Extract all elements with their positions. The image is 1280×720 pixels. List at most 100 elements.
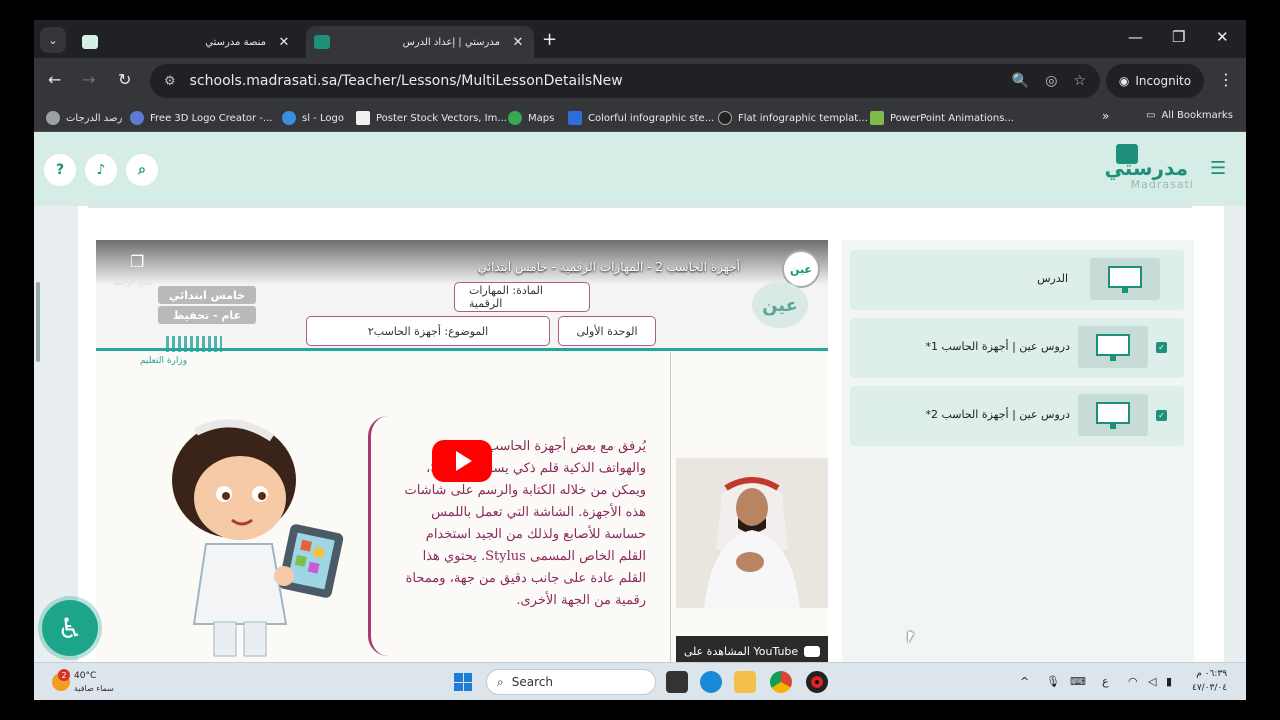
task-view-icon[interactable] <box>666 671 688 693</box>
weather-widget[interactable]: 2 40°C سماء صافية <box>52 669 114 697</box>
accessibility-icon: ♿ <box>57 611 83 645</box>
lesson-label: دروس عين | أجهزة الحاسب 2* <box>925 408 1070 421</box>
tab-lesson-setup[interactable]: مدرستي | إعداد الدرس ✕ <box>306 26 534 58</box>
lesson-label: دروس عين | أجهزة الحاسب 1* <box>925 340 1070 353</box>
madrasati-favicon <box>314 35 330 49</box>
monitor-icon <box>1096 334 1130 361</box>
volume-icon[interactable]: ◁ <box>1148 675 1156 688</box>
edge-icon[interactable] <box>700 671 722 693</box>
bookmark-item[interactable]: PowerPoint Animations... <box>870 110 1014 126</box>
topic-box: الموضوع: أجهزة الحاسب٢ <box>306 316 550 346</box>
help-button[interactable]: ? <box>44 154 76 186</box>
search-icon: ⌕ <box>497 674 504 689</box>
tab-madrasati-platform[interactable]: منصة مدرستي ✕ <box>74 26 300 58</box>
bookmark-star-icon[interactable]: ☆ <box>1073 73 1086 89</box>
search-button[interactable]: ⌕ <box>126 154 158 186</box>
site-header: ? ♪ ⌕ مدرستي Madrasati ☰ <box>34 132 1246 206</box>
lesson-details: أجهزة الحاسب 2 - المهارات الرقمية - خامس… <box>78 206 1224 662</box>
lesson-thumbnail <box>1078 326 1148 368</box>
lesson-checkbox[interactable]: ✓ <box>1156 410 1167 421</box>
download-icon <box>718 111 732 125</box>
back-icon[interactable]: ← <box>48 70 61 89</box>
lesson-checkbox[interactable]: ✓ <box>1156 342 1167 353</box>
copy-link-label[interactable]: نسخ الرابط <box>114 278 152 287</box>
bookmark-item[interactable]: رصد الدرجات <box>46 110 122 126</box>
browser-menu-icon[interactable]: ⋮ <box>1218 70 1234 89</box>
chrome-icon[interactable] <box>770 671 792 693</box>
help-icon: ? <box>55 162 65 178</box>
subject-box: المادة: المهارات الرقمية <box>454 282 590 312</box>
forward-icon[interactable]: → <box>82 70 95 89</box>
zoom-icon[interactable]: 🔍 <box>1012 73 1029 89</box>
maps-icon <box>508 111 522 125</box>
taskbar-search[interactable]: ⌕ Search <box>486 669 656 695</box>
notifications-button[interactable]: ♪ <box>85 154 117 186</box>
browser-toolbar: ← → ↻ ⚙ schools.madrasati.sa/Teacher/Les… <box>34 58 1246 104</box>
lesson-item[interactable]: ✓ دروس عين | أجهزة الحاسب 2* <box>850 386 1184 446</box>
clock-time: ٠٦:٣٩ م <box>1196 669 1228 679</box>
menu-icon[interactable]: ☰ <box>1210 158 1226 179</box>
keyboard-icon[interactable]: ⌨ <box>1070 675 1086 688</box>
close-icon[interactable]: ✕ <box>510 35 526 50</box>
video-title[interactable]: أجهزة الحاسب 2 - المهارات الرقمية - خامس… <box>478 260 740 274</box>
watch-on-youtube-button[interactable]: المشاهدة على YouTube <box>676 636 828 662</box>
tray-overflow-icon[interactable]: ^ <box>1020 675 1029 688</box>
window-close-icon[interactable]: ✕ <box>1216 28 1229 46</box>
taskbar: 2 40°C سماء صافية ⌕ Search ^ 🎙 ⌨ ع ◠ ◁ ▮ … <box>34 662 1246 700</box>
tracking-protection-icon[interactable]: ◎ <box>1045 73 1057 89</box>
minimize-icon[interactable]: — <box>1128 28 1143 46</box>
ayn-logo: عين <box>752 282 808 328</box>
lesson-video-player[interactable]: أجهزة الحاسب 2 - المهارات الرقمية - خامس… <box>96 240 828 662</box>
language-indicator[interactable]: ع <box>1102 675 1109 688</box>
logo-text-en: Madrasati <box>1130 178 1194 191</box>
logo-text-ar: مدرستي <box>1104 156 1188 180</box>
tab-search-dropdown[interactable]: ⌄ <box>40 27 66 53</box>
bookmark-item[interactable]: Free 3D Logo Creator -... <box>130 110 272 126</box>
lesson-item[interactable]: الدرس <box>850 250 1184 310</box>
youtube-play-button[interactable] <box>432 440 492 482</box>
bookmark-item[interactable]: sl - Logo <box>282 110 344 126</box>
tab-title: منصة مدرستي <box>205 36 266 48</box>
bookmark-item[interactable]: Flat infographic templat... <box>718 110 868 126</box>
clock-date: ٤٧/٠٣/٠٤ <box>1192 683 1228 693</box>
lesson-item[interactable]: ✓ دروس عين | أجهزة الحاسب 1* <box>850 318 1184 378</box>
site-info-icon[interactable]: ⚙ <box>164 74 176 89</box>
start-button[interactable] <box>454 673 472 691</box>
sign-language-interpreter <box>676 458 828 608</box>
bookmark-item[interactable]: Poster Stock Vectors, Im... <box>356 110 507 126</box>
bookmark-item[interactable]: Maps <box>508 110 554 126</box>
page-scrollbar[interactable] <box>36 282 40 362</box>
animation-icon <box>870 111 884 125</box>
weather-condition: سماء صافية <box>74 684 114 693</box>
lesson-label: الدرس <box>1037 272 1068 285</box>
new-tab-icon[interactable]: + <box>542 29 557 50</box>
weather-temp: 40°C <box>74 671 97 681</box>
wifi-icon[interactable]: ◠ <box>1128 675 1138 688</box>
url-text[interactable]: schools.madrasati.sa/Teacher/Lessons/Mul… <box>190 73 996 89</box>
more-bookmarks-icon[interactable]: » <box>1102 109 1109 123</box>
system-clock[interactable]: ٠٦:٣٩ م ٤٧/٠٣/٠٤ <box>1192 667 1227 695</box>
madrasati-favicon <box>82 35 98 49</box>
bookmarks-bar: رصد الدرجات Free 3D Logo Creator -... sl… <box>34 104 1246 132</box>
reload-icon[interactable]: ↻ <box>118 70 131 89</box>
bookmark-item[interactable]: Colorful infographic ste... <box>568 110 714 126</box>
incognito-button[interactable]: ◉ Incognito <box>1106 64 1204 98</box>
copy-link-icon[interactable]: ❐ <box>130 252 144 271</box>
madrasati-logo[interactable]: مدرستي Madrasati <box>1104 144 1202 194</box>
screen: ⌄ منصة مدرستي ✕ مدرستي | إعداد الدرس ✕ +… <box>34 20 1246 700</box>
recorder-icon[interactable] <box>806 671 828 693</box>
lesson-thumbnail <box>1090 258 1160 300</box>
accessibility-button[interactable]: ♿ <box>42 600 98 656</box>
file-explorer-icon[interactable] <box>734 671 756 693</box>
incognito-icon: ◉ <box>1118 74 1130 88</box>
girl-with-tablet-illustration <box>172 419 344 657</box>
all-bookmarks-button[interactable]: ▭ All Bookmarks <box>1146 110 1233 121</box>
restore-icon[interactable]: ❐ <box>1172 28 1185 46</box>
grade-label: خامس ابتدائي <box>158 286 256 304</box>
play-icon <box>456 451 472 471</box>
address-bar[interactable]: ⚙ schools.madrasati.sa/Teacher/Lessons/M… <box>150 64 1100 98</box>
close-icon[interactable]: ✕ <box>276 35 292 50</box>
battery-icon[interactable]: ▮ <box>1166 675 1172 688</box>
search-icon: ⌕ <box>138 162 146 178</box>
microphone-icon[interactable]: 🎙 <box>1046 675 1060 688</box>
